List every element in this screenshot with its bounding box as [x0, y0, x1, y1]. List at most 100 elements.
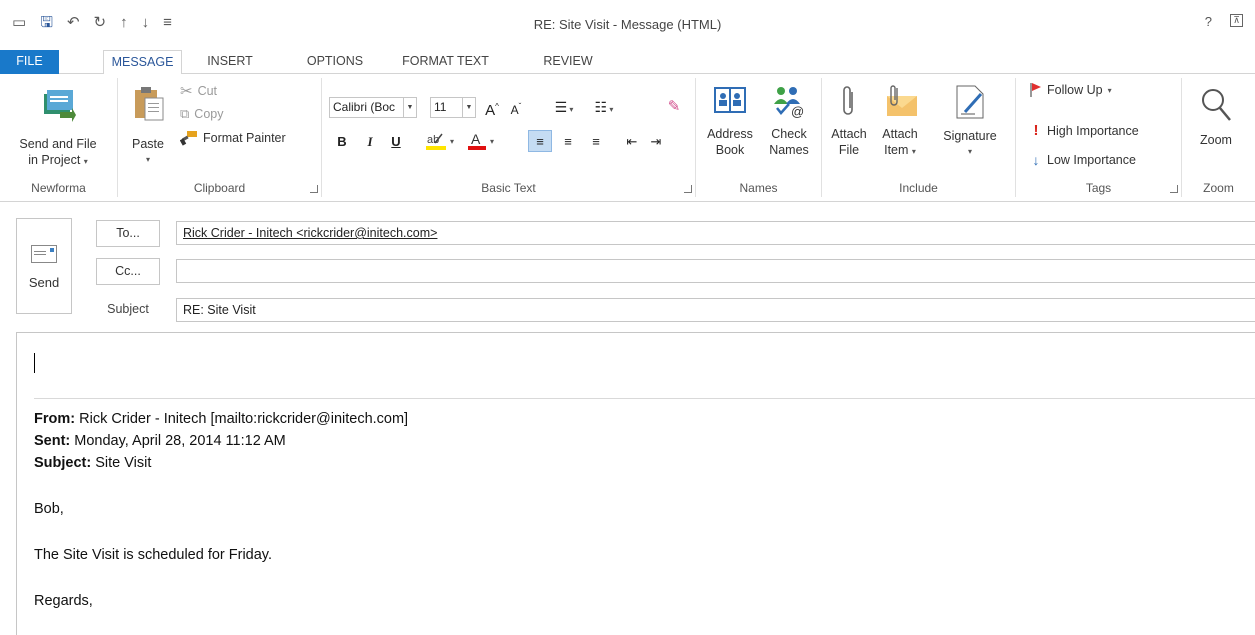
- attach-file-label-1: Attach: [831, 127, 867, 141]
- send-and-file-label-2: in Project: [28, 153, 81, 167]
- font-name-select[interactable]: Calibri (Boc ▼: [329, 97, 417, 118]
- basic-text-launcher-icon[interactable]: [684, 185, 692, 193]
- shrink-font-button[interactable]: Aˇ: [506, 96, 526, 118]
- message-body[interactable]: From: Rick Crider - Initech [mailto:rick…: [16, 332, 1255, 635]
- tab-file[interactable]: FILE: [0, 50, 59, 75]
- address-book-button[interactable]: Address Book: [702, 84, 758, 158]
- attach-item-label-2: Item: [884, 143, 909, 157]
- align-center-button[interactable]: ≡: [556, 131, 580, 153]
- format-painter-label: Format Painter: [203, 131, 286, 145]
- increase-indent-button[interactable]: ⇥: [644, 131, 668, 153]
- tab-message[interactable]: MESSAGE: [103, 50, 182, 75]
- highlight-button[interactable]: ab ▾: [418, 131, 454, 153]
- tab-options[interactable]: OPTIONS: [295, 50, 375, 74]
- attach-item-icon: [887, 85, 917, 116]
- flag-icon: [1030, 83, 1041, 97]
- closing: Regards,: [34, 593, 93, 609]
- follow-up-button[interactable]: Follow Up ▾: [1030, 82, 1112, 98]
- group-label-include: Include: [899, 181, 938, 195]
- grow-font-icon: A: [485, 102, 496, 119]
- from-value: Rick Crider - Initech [mailto:rickcrider…: [75, 411, 409, 427]
- numbering-button[interactable]: ☷ ▾: [588, 96, 620, 118]
- attach-file-button[interactable]: Attach File: [828, 84, 870, 158]
- cut-button[interactable]: ✂ Cut: [180, 82, 217, 100]
- highlighter-icon: ab: [426, 133, 446, 150]
- recipient-token[interactable]: Rick Crider - Initech <rickcrider@initec…: [183, 226, 437, 240]
- shrink-font-icon: A: [510, 103, 519, 117]
- signature-icon: [956, 85, 984, 119]
- body-text: The Site Visit is scheduled for Friday.: [34, 547, 273, 563]
- bold-button[interactable]: B: [332, 131, 352, 153]
- cc-field[interactable]: [176, 259, 1255, 283]
- svg-text:@: @: [791, 104, 804, 118]
- check-names-label-1: Check: [771, 127, 807, 141]
- group-label-tags: Tags: [1085, 181, 1112, 195]
- paste-icon: [135, 87, 164, 121]
- to-field[interactable]: Rick Crider - Initech <rickcrider@initec…: [176, 221, 1255, 245]
- zoom-label: Zoom: [1200, 133, 1232, 147]
- ribbon-tabs: FILE MESSAGE INSERT OPTIONS FORMAT TEXT …: [0, 50, 1255, 75]
- tab-insert[interactable]: INSERT: [200, 50, 260, 74]
- decrease-indent-button[interactable]: ⇤: [620, 131, 644, 153]
- check-names-label-2: Names: [769, 143, 809, 157]
- group-zoom: Zoom Zoom: [1182, 78, 1255, 197]
- align-right-icon: ≡: [592, 134, 600, 149]
- sent-line: Sent: Monday, April 28, 2014 11:12 AM: [34, 433, 286, 449]
- font-color-button[interactable]: A ▾: [460, 131, 494, 153]
- align-left-icon: ≡: [536, 134, 544, 149]
- to-button[interactable]: To...: [96, 220, 160, 247]
- high-importance-button[interactable]: ! High Importance: [1030, 122, 1139, 139]
- sent-value: Monday, April 28, 2014 11:12 AM: [70, 433, 286, 449]
- svg-text:A: A: [471, 131, 481, 147]
- increase-indent-icon: ⇥: [650, 134, 662, 149]
- address-book-icon: [714, 87, 746, 113]
- cc-button[interactable]: Cc...: [96, 258, 160, 285]
- copy-icon: ⧉: [180, 106, 190, 121]
- help-button[interactable]: ?: [1205, 14, 1212, 29]
- ribbon-display-button[interactable]: ⊼: [1230, 14, 1243, 27]
- subject-line: Subject: Site Visit: [34, 455, 151, 471]
- tags-launcher-icon[interactable]: [1170, 185, 1178, 193]
- low-importance-label: Low Importance: [1047, 153, 1136, 167]
- send-and-file-button[interactable]: Send and File in Project ▾: [2, 84, 114, 170]
- window-title: RE: Site Visit - Message (HTML): [533, 17, 722, 32]
- format-painter-icon: [180, 131, 197, 146]
- italic-button[interactable]: I: [360, 131, 380, 153]
- paperclip-icon: [843, 86, 853, 115]
- underline-button[interactable]: U: [386, 131, 406, 153]
- zoom-button[interactable]: Zoom: [1188, 86, 1244, 148]
- check-names-button[interactable]: @ Check Names: [760, 84, 818, 158]
- paste-button[interactable]: Paste ▾: [126, 84, 170, 168]
- align-right-button[interactable]: ≡: [584, 131, 608, 153]
- attach-item-button[interactable]: Attach Item ▾: [874, 84, 926, 160]
- signature-button[interactable]: Signature ▾: [934, 84, 1006, 160]
- subject-field[interactable]: RE: Site Visit: [176, 298, 1255, 322]
- clipboard-launcher-icon[interactable]: [310, 185, 318, 193]
- text-caret: [34, 353, 35, 373]
- send-and-file-icon: [44, 90, 76, 122]
- bullets-icon: ☰: [554, 99, 568, 115]
- paste-label: Paste: [132, 137, 164, 151]
- address-book-label-1: Address: [707, 127, 753, 141]
- grow-font-button[interactable]: A^: [482, 96, 502, 119]
- attach-file-label-2: File: [838, 143, 860, 157]
- font-size-value: 11: [434, 100, 447, 114]
- send-button[interactable]: Send: [16, 218, 72, 314]
- copy-button[interactable]: ⧉ Copy: [180, 106, 223, 122]
- bullets-button[interactable]: ☰ ▾: [548, 96, 580, 118]
- send-and-file-label-1: Send and File: [19, 137, 97, 151]
- high-importance-label: High Importance: [1047, 123, 1139, 138]
- group-newforma: Send and File in Project ▾ Newforma: [0, 78, 118, 197]
- reply-separator: [34, 398, 1255, 399]
- clear-formatting-button[interactable]: ✎: [664, 96, 684, 118]
- format-painter-button[interactable]: Format Painter: [180, 130, 286, 146]
- group-label-newforma: Newforma: [31, 181, 86, 195]
- low-importance-button[interactable]: ↓ Low Importance: [1030, 152, 1136, 168]
- tab-review[interactable]: REVIEW: [538, 50, 598, 74]
- tab-format-text[interactable]: FORMAT TEXT: [393, 50, 498, 74]
- font-size-select[interactable]: 11 ▼: [430, 97, 476, 118]
- group-basic-text: Calibri (Boc ▼ 11 ▼ A^ Aˇ ☰ ▾ ☷ ▾ ✎ B I …: [322, 78, 696, 197]
- align-left-button[interactable]: ≡: [528, 130, 552, 152]
- check-names-icon: @: [774, 87, 804, 119]
- eraser-icon: ✎: [667, 98, 681, 115]
